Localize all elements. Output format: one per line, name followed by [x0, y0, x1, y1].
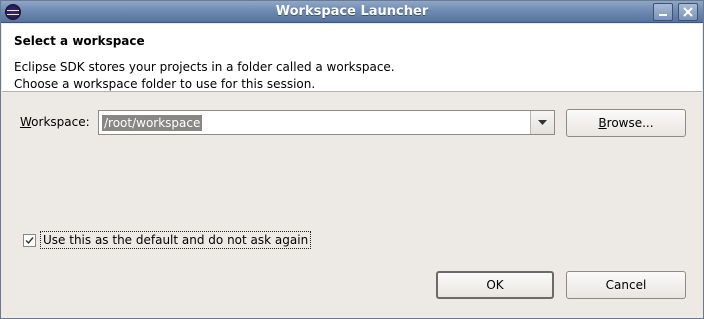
close-icon — [683, 7, 693, 17]
workspace-input[interactable]: /root/workspace — [102, 115, 203, 131]
header-title: Select a workspace — [14, 34, 145, 48]
header-panel: Select a workspace Eclipse SDK stores yo… — [2, 24, 702, 92]
workspace-label-text: orkspace: — [31, 115, 90, 129]
checkmark-icon — [25, 237, 34, 245]
minimize-icon — [659, 14, 667, 16]
title-bar[interactable]: Workspace Launcher — [1, 1, 703, 23]
header-description-line-2: Choose a workspace folder to use for thi… — [14, 77, 316, 91]
workspace-dropdown-button[interactable] — [530, 111, 554, 134]
default-workspace-checkbox[interactable] — [23, 234, 36, 247]
chevron-down-icon — [538, 119, 547, 125]
close-button[interactable] — [678, 3, 698, 21]
minimize-button[interactable] — [653, 3, 673, 21]
browse-label: rowse... — [606, 116, 654, 130]
browse-button[interactable]: Browse... — [566, 109, 686, 137]
workspace-label-mnemonic: W — [20, 115, 32, 129]
ok-button[interactable]: OK — [436, 271, 554, 299]
workspace-combo[interactable]: /root/workspace — [98, 110, 555, 135]
browse-mnemonic: B — [598, 116, 607, 130]
workspace-label: Workspace: — [20, 115, 90, 129]
cancel-button[interactable]: Cancel — [566, 271, 686, 299]
window-title: Workspace Launcher — [275, 4, 429, 19]
default-workspace-checkbox-label[interactable]: Use this as the default and do not ask a… — [40, 231, 312, 249]
workspace-launcher-dialog: Workspace Launcher Select a workspace Ec… — [0, 0, 704, 319]
header-description-line-1: Eclipse SDK stores your projects in a fo… — [14, 60, 395, 74]
